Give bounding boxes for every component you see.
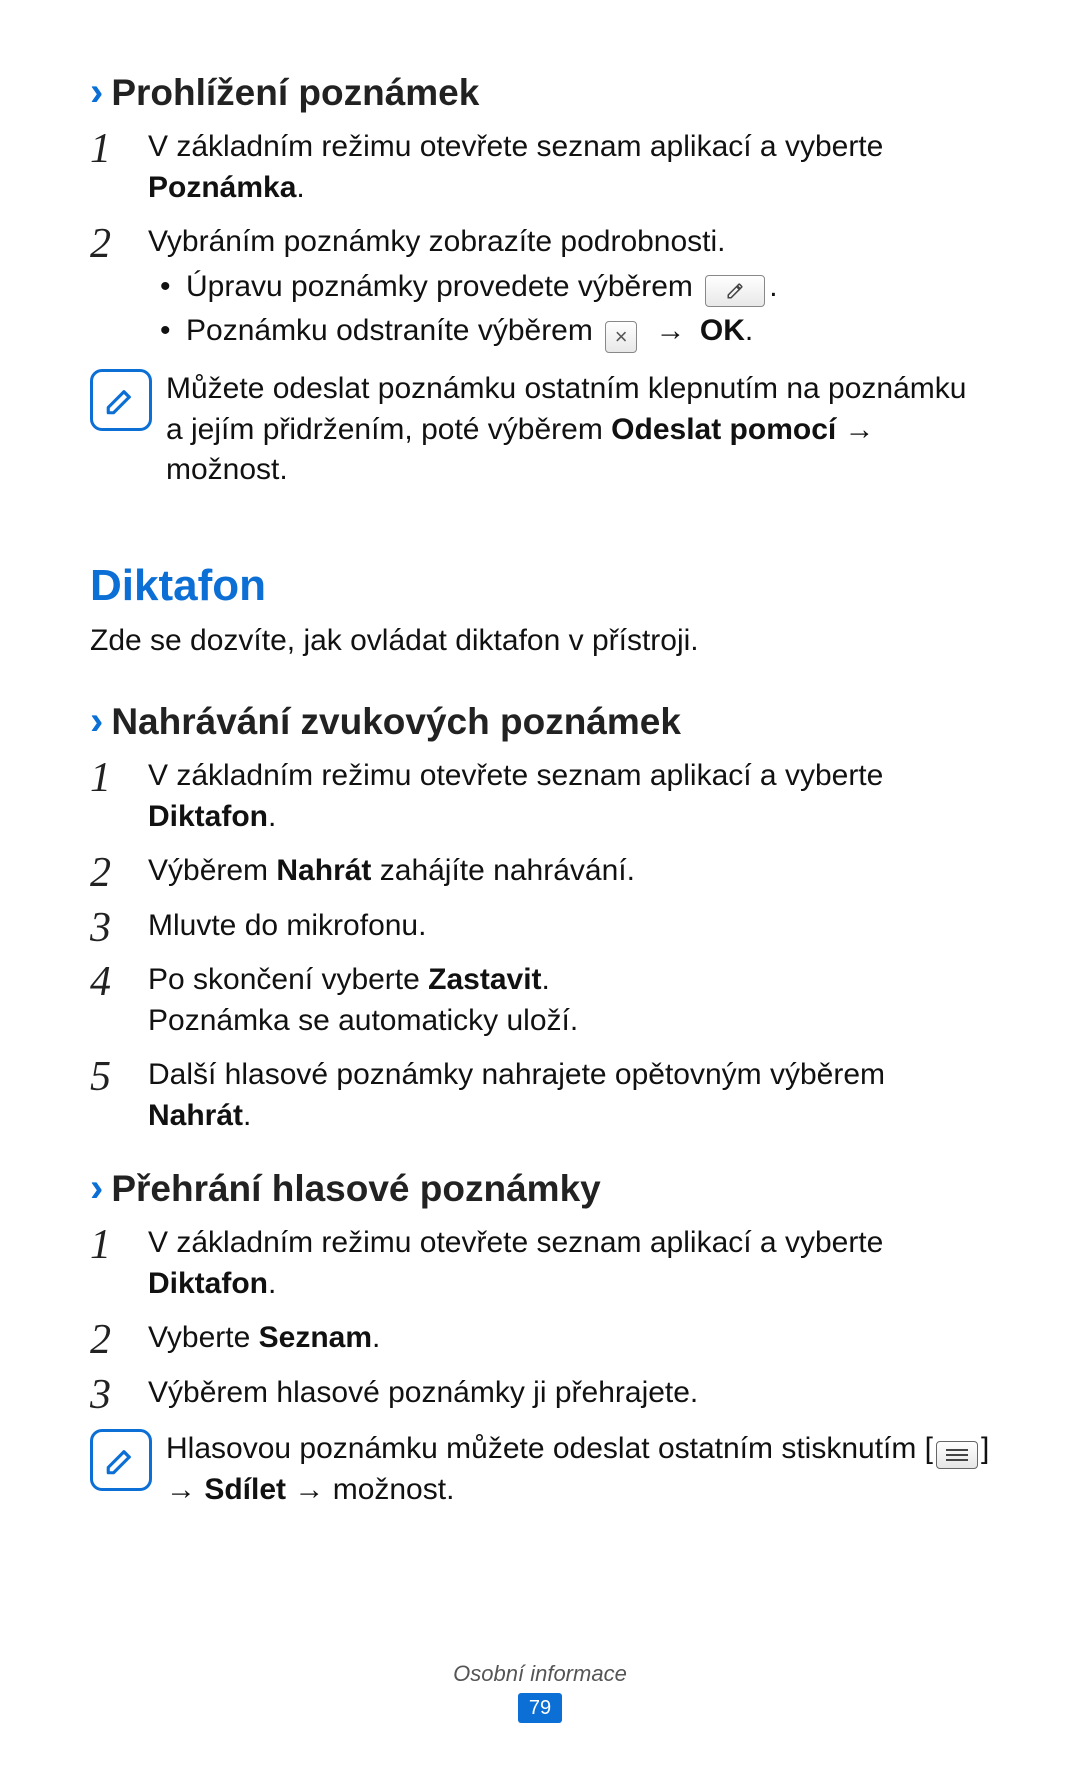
step-text: . bbox=[296, 171, 304, 204]
tip-body: Můžete odeslat poznámku ostatním klepnut… bbox=[166, 367, 990, 491]
chevron-right-icon: › bbox=[90, 1166, 103, 1211]
step-text: Výběrem bbox=[148, 854, 276, 887]
steps-play: V základním režimu otevřete seznam aplik… bbox=[90, 1223, 990, 1413]
step: Mluvte do mikrofonu. bbox=[90, 906, 990, 947]
manual-page: › Prohlížení poznámek V základním režimu… bbox=[0, 0, 1080, 1771]
page-footer: Osobní informace 79 bbox=[0, 1661, 1080, 1723]
step-text: Po skončení vyberte bbox=[148, 963, 428, 996]
tip-text-bold: Sdílet bbox=[204, 1473, 286, 1506]
sub-bullets: Úpravu poznámky provedete výběrem . Pozn… bbox=[160, 267, 990, 354]
chevron-right-icon: › bbox=[90, 70, 103, 115]
step-text: . bbox=[372, 1321, 380, 1354]
bullet-text-bold: OK bbox=[700, 314, 745, 347]
steps-record: V základním režimu otevřete seznam aplik… bbox=[90, 756, 990, 1136]
step-text: zahájíte nahrávání. bbox=[371, 854, 635, 887]
step: Vybráním poznámky zobrazíte podrobnosti.… bbox=[90, 222, 990, 353]
tip-text: → možnost. bbox=[286, 1473, 454, 1506]
step-text: . bbox=[268, 800, 276, 833]
step-text: V základním režimu otevřete seznam aplik… bbox=[148, 759, 883, 792]
note-icon bbox=[90, 1429, 152, 1491]
footer-section-label: Osobní informace bbox=[0, 1661, 1080, 1687]
subheading-text: Prohlížení poznámek bbox=[111, 72, 479, 114]
step-text-bold: Poznámka bbox=[148, 171, 296, 204]
step-text: . bbox=[243, 1099, 251, 1132]
step-text-bold: Diktafon bbox=[148, 800, 268, 833]
tip-box: Hlasovou poznámku můžete odeslat ostatní… bbox=[90, 1427, 990, 1510]
step-text-bold: Nahrát bbox=[276, 854, 371, 887]
chevron-right-icon: › bbox=[90, 699, 103, 744]
subheading-text: Nahrávání zvukových poznámek bbox=[111, 701, 681, 743]
section-record: › Nahrávání zvukových poznámek V základn… bbox=[90, 699, 990, 1136]
bullet-text: Poznámku odstraníte výběrem bbox=[186, 314, 601, 347]
tip-box: Můžete odeslat poznámku ostatním klepnut… bbox=[90, 367, 990, 491]
lead-text: Zde se dozvíte, jak ovládat diktafon v p… bbox=[90, 621, 990, 662]
step-text: Mluvte do mikrofonu. bbox=[148, 909, 426, 942]
subheading-record: › Nahrávání zvukových poznámek bbox=[90, 699, 990, 744]
step: Po skončení vyberte Zastavit. Poznámka s… bbox=[90, 960, 990, 1041]
subheading-view-notes: › Prohlížení poznámek bbox=[90, 70, 990, 115]
step-text: . bbox=[268, 1267, 276, 1300]
step-text: Vyberte bbox=[148, 1321, 259, 1354]
step-text-bold: Nahrát bbox=[148, 1099, 243, 1132]
tip-body: Hlasovou poznámku můžete odeslat ostatní… bbox=[166, 1427, 990, 1510]
step-text: . bbox=[542, 963, 550, 996]
arrow-text: → bbox=[647, 314, 694, 347]
bullet: Poznámku odstraníte výběrem × → OK. bbox=[160, 311, 990, 353]
menu-key-icon bbox=[936, 1441, 978, 1469]
section-view-notes: › Prohlížení poznámek V základním režimu… bbox=[90, 70, 990, 491]
step: V základním režimu otevřete seznam aplik… bbox=[90, 756, 990, 837]
close-icon: × bbox=[605, 321, 637, 353]
step-text: V základním režimu otevřete seznam aplik… bbox=[148, 130, 883, 163]
section-play: › Přehrání hlasové poznámky V základním … bbox=[90, 1166, 990, 1510]
step-text-bold: Zastavit bbox=[428, 963, 541, 996]
section-title-diktafon: Diktafon bbox=[90, 561, 990, 611]
step-text: V základním režimu otevřete seznam aplik… bbox=[148, 1226, 883, 1259]
edit-icon bbox=[705, 275, 765, 307]
step: Výběrem hlasové poznámky ji přehrajete. bbox=[90, 1373, 990, 1414]
page-number: 79 bbox=[518, 1693, 562, 1723]
subheading-text: Přehrání hlasové poznámky bbox=[111, 1168, 600, 1210]
note-icon bbox=[90, 369, 152, 431]
bullet-text: . bbox=[745, 314, 753, 347]
step: V základním režimu otevřete seznam aplik… bbox=[90, 127, 990, 208]
subheading-play: › Přehrání hlasové poznámky bbox=[90, 1166, 990, 1211]
step: Další hlasové poznámky nahrajete opětovn… bbox=[90, 1055, 990, 1136]
tip-text: Hlasovou poznámku můžete odeslat ostatní… bbox=[166, 1432, 933, 1465]
bullet-text: Úpravu poznámky provedete výběrem bbox=[186, 270, 701, 303]
tip-text-bold: Odeslat pomocí bbox=[611, 413, 836, 446]
step: V základním režimu otevřete seznam aplik… bbox=[90, 1223, 990, 1304]
step-text: Výběrem hlasové poznámky ji přehrajete. bbox=[148, 1376, 698, 1409]
step-text-bold: Seznam bbox=[259, 1321, 372, 1354]
step-text: Další hlasové poznámky nahrajete opětovn… bbox=[148, 1058, 885, 1091]
bullet-text: . bbox=[769, 270, 777, 303]
steps-view-notes: V základním režimu otevřete seznam aplik… bbox=[90, 127, 990, 353]
step: Výběrem Nahrát zahájíte nahrávání. bbox=[90, 851, 990, 892]
step: Vyberte Seznam. bbox=[90, 1318, 990, 1359]
step-text-bold: Diktafon bbox=[148, 1267, 268, 1300]
bullet: Úpravu poznámky provedete výběrem . bbox=[160, 267, 990, 308]
step-text: Poznámka se automaticky uloží. bbox=[148, 1004, 578, 1037]
step-text: Vybráním poznámky zobrazíte podrobnosti. bbox=[148, 225, 726, 258]
